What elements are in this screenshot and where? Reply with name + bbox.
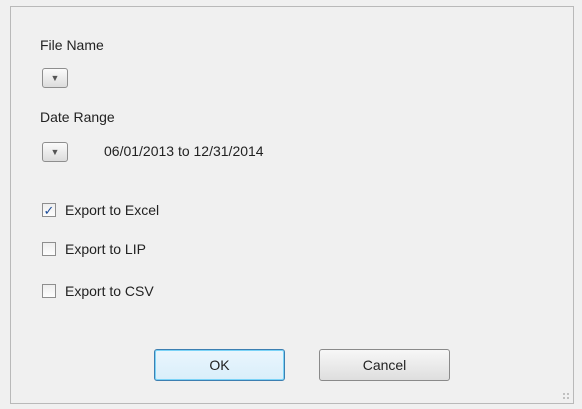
checkmark-icon: ✓ — [43, 202, 55, 218]
export-lip-label: Export to LIP — [65, 241, 146, 257]
date-range-dropdown-button[interactable]: ▼ — [42, 142, 68, 162]
cancel-button[interactable]: Cancel — [319, 349, 450, 381]
export-excel-option[interactable]: ✓ Export to Excel — [42, 202, 159, 218]
export-excel-label: Export to Excel — [65, 202, 160, 218]
export-csv-option[interactable]: Export to CSV — [42, 283, 154, 299]
export-dialog: File Name ▼ Date Range ▼ 06/01/2013 to 1… — [10, 6, 574, 404]
chevron-down-icon: ▼ — [50, 72, 60, 83]
date-range-label: Date Range — [40, 109, 115, 125]
export-csv-label: Export to CSV — [65, 283, 154, 299]
date-range-value: 06/01/2013 to 12/31/2014 — [104, 143, 264, 159]
chevron-down-icon: ▼ — [50, 146, 60, 157]
export-lip-option[interactable]: Export to LIP — [42, 241, 146, 257]
file-name-label: File Name — [40, 37, 104, 53]
file-name-dropdown-button[interactable]: ▼ — [42, 68, 68, 88]
resize-grip-icon[interactable] — [562, 392, 570, 400]
ok-button[interactable]: OK — [154, 349, 285, 381]
export-lip-checkbox[interactable] — [42, 242, 56, 256]
export-csv-checkbox[interactable] — [42, 284, 56, 298]
export-excel-checkbox[interactable]: ✓ — [42, 203, 56, 217]
